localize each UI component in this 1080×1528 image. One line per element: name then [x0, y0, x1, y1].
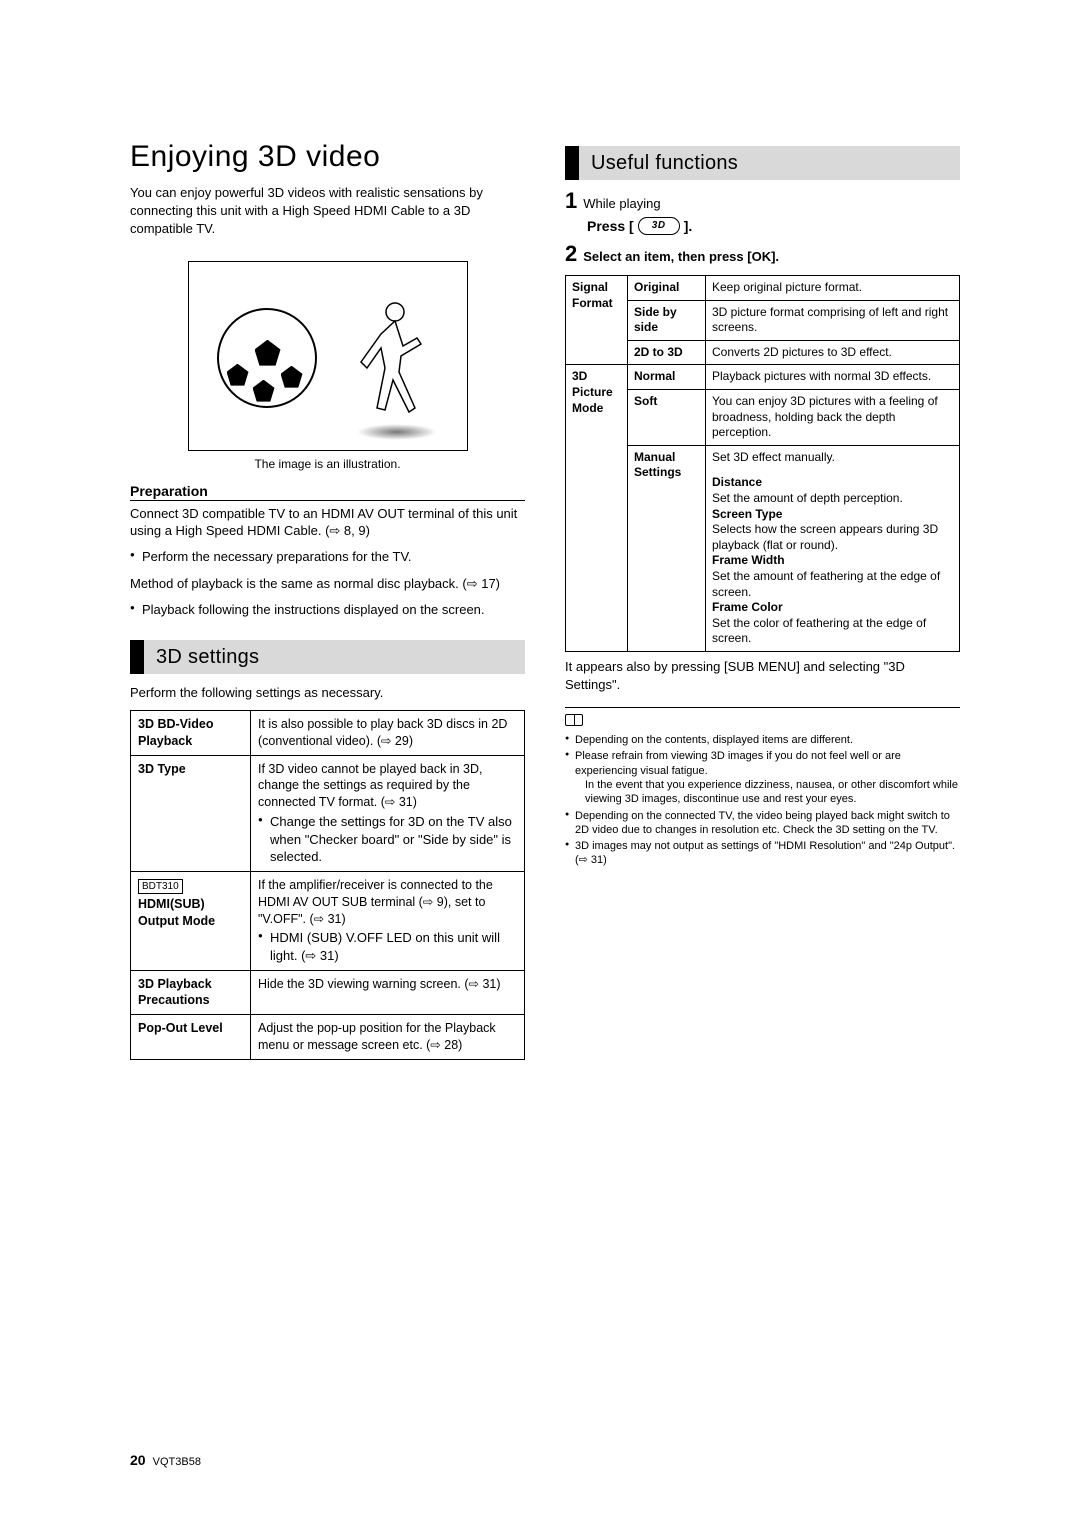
page-title: Enjoying 3D video	[130, 140, 525, 174]
section-3d-settings: 3D settings	[130, 640, 525, 674]
table-cell: Original	[628, 276, 706, 301]
section-label: Useful functions	[591, 152, 738, 175]
preparation-heading: Preparation	[130, 483, 525, 501]
model-badge: BDT310	[138, 879, 183, 895]
table-cell: Set 3D effect manually. Distance Set the…	[706, 445, 960, 651]
table-cell: Adjust the pop-up position for the Playb…	[251, 1015, 525, 1060]
table-cell: Signal Format	[566, 276, 628, 365]
intro-text: You can enjoy powerful 3D videos with re…	[130, 184, 525, 239]
table-cell: If the amplifier/receiver is connected t…	[251, 871, 525, 970]
table-cell: Hide the 3D viewing warning screen. (⇨ 3…	[251, 970, 525, 1015]
settings-table: 3D BD-Video Playback It is also possible…	[130, 710, 525, 1060]
table-cell: You can enjoy 3D pictures with a feeling…	[706, 390, 960, 446]
player-icon	[351, 298, 431, 448]
settings-intro: Perform the following settings as necess…	[130, 684, 525, 702]
step-1: 1 While playing	[565, 190, 960, 213]
note-icon	[565, 714, 583, 726]
doc-code: VQT3B58	[153, 1456, 201, 1468]
page-number: 20	[130, 1452, 146, 1468]
section-useful-functions: Useful functions	[565, 146, 960, 180]
notes-list: Depending on the contents, displayed ite…	[565, 733, 960, 868]
table-cell: Manual Settings	[628, 445, 706, 651]
method-text: Method of playback is the same as normal…	[130, 575, 525, 593]
preparation-text: Connect 3D compatible TV to an HDMI AV O…	[130, 505, 525, 540]
illustration-box	[188, 261, 468, 451]
table-cell: 3D BD-Video Playback	[131, 710, 251, 755]
soccer-ball-icon	[217, 308, 317, 408]
table-cell: Keep original picture format.	[706, 276, 960, 301]
after-table-note: It appears also by pressing [SUB MENU] a…	[565, 658, 960, 693]
prep-bullet: Perform the necessary preparations for t…	[130, 548, 525, 566]
section-label: 3D settings	[156, 646, 259, 669]
table-cell: Soft	[628, 390, 706, 446]
table-cell: BDT310 HDMI(SUB) Output Mode	[131, 871, 251, 970]
table-cell: Normal	[628, 365, 706, 390]
table-cell: It is also possible to play back 3D disc…	[251, 710, 525, 755]
table-cell: Side by side	[628, 300, 706, 340]
3d-button-icon: 3D	[638, 217, 680, 235]
table-cell: 3D picture format comprising of left and…	[706, 300, 960, 340]
method-bullet: Playback following the instructions disp…	[130, 601, 525, 619]
table-cell: Converts 2D pictures to 3D effect.	[706, 340, 960, 365]
illustration-caption: The image is an illustration.	[130, 457, 525, 471]
table-cell: 2D to 3D	[628, 340, 706, 365]
table-cell: If 3D video cannot be played back in 3D,…	[251, 755, 525, 871]
page-footer: 20 VQT3B58	[130, 1452, 201, 1468]
table-cell: 3D Type	[131, 755, 251, 871]
table-cell: 3D Playback Precautions	[131, 970, 251, 1015]
step-2: 2 Select an item, then press [OK].	[565, 243, 960, 266]
table-cell: Playback pictures with normal 3D effects…	[706, 365, 960, 390]
press-instruction: Press [ 3D ].	[587, 217, 960, 235]
functions-table: Signal Format Original Keep original pic…	[565, 275, 960, 652]
table-cell: 3D Picture Mode	[566, 365, 628, 652]
table-cell: Pop-Out Level	[131, 1015, 251, 1060]
